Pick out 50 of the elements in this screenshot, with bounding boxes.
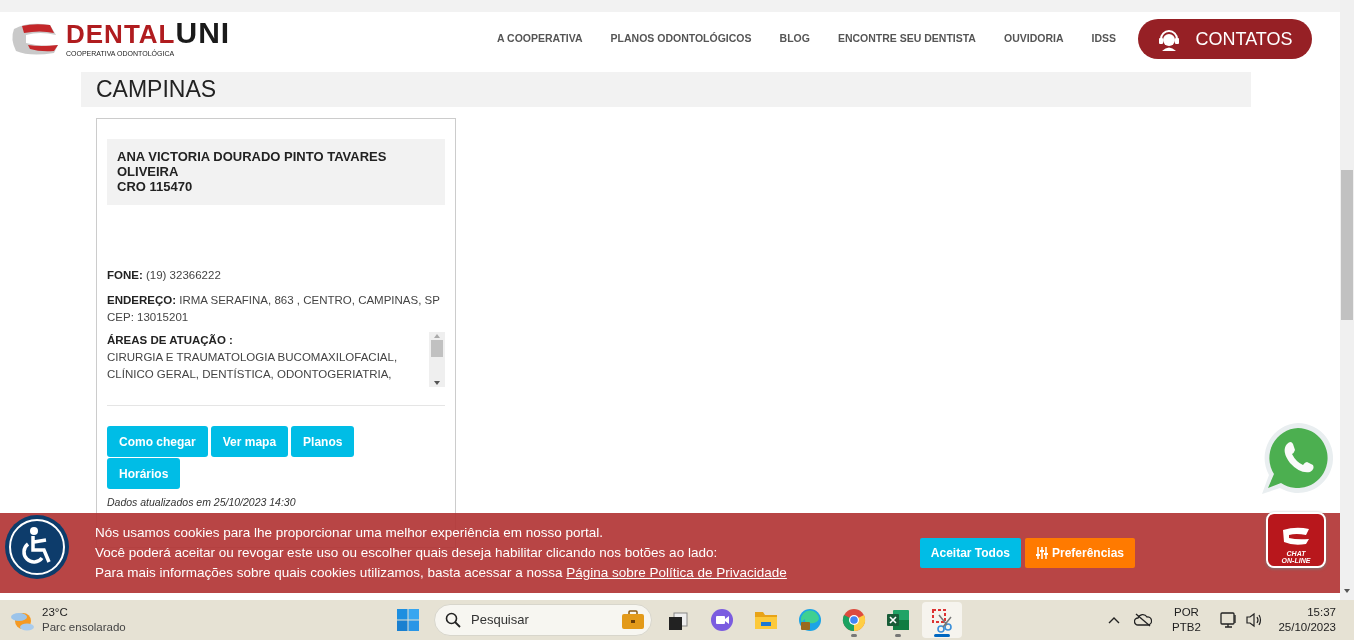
network-icon[interactable]	[1220, 611, 1239, 629]
cep-text: CEP: 13015201	[107, 310, 190, 326]
clock-date[interactable]: 25/10/2023	[1278, 620, 1336, 635]
areas-text-line: CIRURGIA E TRAUMATOLOGIA BUCOMAXILOFACIAL,	[107, 350, 399, 366]
nav-link[interactable]: OUVIDORIA	[1003, 31, 1064, 47]
search-icon	[445, 612, 461, 628]
scrollbar-thumb[interactable]	[1341, 170, 1353, 320]
scroll-down-icon[interactable]	[1343, 587, 1351, 595]
nav-link[interactable]: PLANOS ODONTOLÓGICOS	[610, 31, 752, 47]
cookie-text: Para mais informações sobre quais cookies utilizamos, basta acessar a nossa Página sobre Política de Privacidade	[95, 564, 787, 582]
page-scrollbar[interactable]	[1340, 0, 1354, 600]
areas-label: ÁREAS DE ATUAÇÃO :	[107, 333, 234, 349]
browser-icon	[797, 607, 823, 633]
dentist-name: ANA VICTORIA DOURADO PINTO TAVARES OLIVEIRA	[117, 149, 388, 179]
taskbar-search-box[interactable]: Pesquisar	[434, 604, 652, 636]
language-text[interactable]: POR	[1166, 605, 1207, 620]
cloud-off-icon[interactable]	[1134, 613, 1153, 627]
privacy-policy-link[interactable]: Página sobre Política de Privacidade	[566, 565, 787, 580]
search-input[interactable]: Pesquisar	[469, 609, 589, 631]
keyboard-layout-text[interactable]: PTB2	[1166, 620, 1207, 635]
nav-link[interactable]: IDSS	[1091, 31, 1116, 47]
weather-text: Parc ensolarado	[42, 620, 126, 635]
accessibility-icon[interactable]	[4, 514, 70, 580]
cookie-text: Você poderá aceitar ou revogar este uso ou escolher quais deseja habilitar clicando nos botões ao lado:	[95, 544, 719, 562]
nav-link[interactable]: A COOPERATIVA	[497, 31, 583, 47]
headset-icon	[1157, 27, 1182, 51]
contacts-button[interactable]: CONTATOS	[1138, 19, 1312, 59]
temperature-text: 23°C	[42, 605, 69, 620]
chevron-up-icon[interactable]	[1108, 616, 1121, 624]
logo-wordmark: DENTALUNI	[66, 18, 231, 49]
spreadsheet-icon	[885, 607, 911, 633]
sliders-icon	[1035, 547, 1048, 559]
chrome-icon	[841, 607, 867, 633]
nav-link[interactable]: ENCONTRE SEU DENTISTA	[837, 31, 976, 47]
scrollbar[interactable]	[429, 332, 445, 388]
briefcase-icon	[621, 610, 645, 630]
areas-text-line: CLÍNICO GERAL, DENTÍSTICA, ODONTOGERIATRIA,	[107, 367, 393, 383]
address-text: ENDEREÇO: IRMA SERAFINA, 863 , CENTRO, CAMPINAS, SP	[107, 293, 441, 309]
clock-time[interactable]: 15:37	[1278, 605, 1336, 620]
phone-text: FONE: (19) 32366222	[107, 268, 222, 283]
scissors-icon	[929, 607, 955, 633]
scrollbar-thumb[interactable]	[431, 340, 443, 358]
whatsapp-icon[interactable]	[1260, 420, 1336, 496]
cookie-text: Nós usamos cookies para lhe proporcionar uma melhor experiência em nosso portal.	[95, 524, 604, 542]
video-chat-icon	[709, 607, 735, 633]
updated-note: Dados atualizados em 25/10/2023 14:30	[107, 495, 297, 511]
city-heading: CAMPINAS	[96, 75, 217, 104]
nav-link[interactable]: BLOG	[779, 31, 810, 47]
chat-logo-icon	[1281, 526, 1311, 546]
cro-number: CRO 115470	[117, 179, 194, 194]
